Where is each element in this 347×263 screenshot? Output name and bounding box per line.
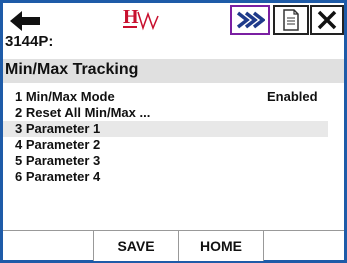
fast-forward-icon (236, 11, 265, 29)
menu-item-label: 4 Parameter 2 (15, 137, 101, 152)
menu-item-reset-min-max[interactable]: 2 Reset All Min/Max ... (3, 105, 344, 121)
menu-item-parameter-1[interactable]: 3 Parameter 1 (3, 121, 328, 137)
save-button[interactable]: SAVE (93, 231, 179, 261)
toolbar: H (3, 3, 344, 45)
menu-item-value: Enabled (267, 89, 318, 104)
menu-item-label: 3 Parameter 1 (15, 121, 101, 136)
document-icon (283, 9, 299, 31)
close-icon (317, 10, 337, 30)
device-tag: 3144P: (5, 33, 54, 50)
hart-logo: H (123, 4, 167, 34)
menu-item-parameter-3[interactable]: 5 Parameter 3 (3, 153, 344, 169)
home-button[interactable]: HOME (178, 231, 264, 261)
back-button[interactable] (7, 6, 43, 36)
back-arrow-icon (10, 11, 40, 31)
menu-item-label: 6 Parameter 4 (15, 169, 101, 184)
menu-item-parameter-2[interactable]: 4 Parameter 2 (3, 137, 344, 153)
menu-item-label: 5 Parameter 3 (15, 153, 101, 168)
menu-item-label: 2 Reset All Min/Max ... (15, 105, 151, 120)
logo-text: H (123, 6, 139, 28)
hart-logo-icon: H (123, 6, 159, 31)
menu-item-label: 1 Min/Max Mode (15, 89, 115, 104)
menu-item-parameter-4[interactable]: 6 Parameter 4 (3, 169, 344, 185)
close-button[interactable] (310, 5, 344, 35)
menu-list: 1 Min/Max Mode Enabled 2 Reset All Min/M… (3, 89, 344, 185)
menu-item-min-max-mode[interactable]: 1 Min/Max Mode Enabled (3, 89, 344, 105)
document-button[interactable] (273, 5, 309, 35)
app-frame: H 3144P: Min/Max Tracking 1 Min/Max Mode… (0, 0, 347, 263)
fast-forward-button[interactable] (230, 5, 270, 35)
page-title: Min/Max Tracking (3, 59, 344, 83)
footer-bar: SAVE HOME (3, 230, 344, 261)
